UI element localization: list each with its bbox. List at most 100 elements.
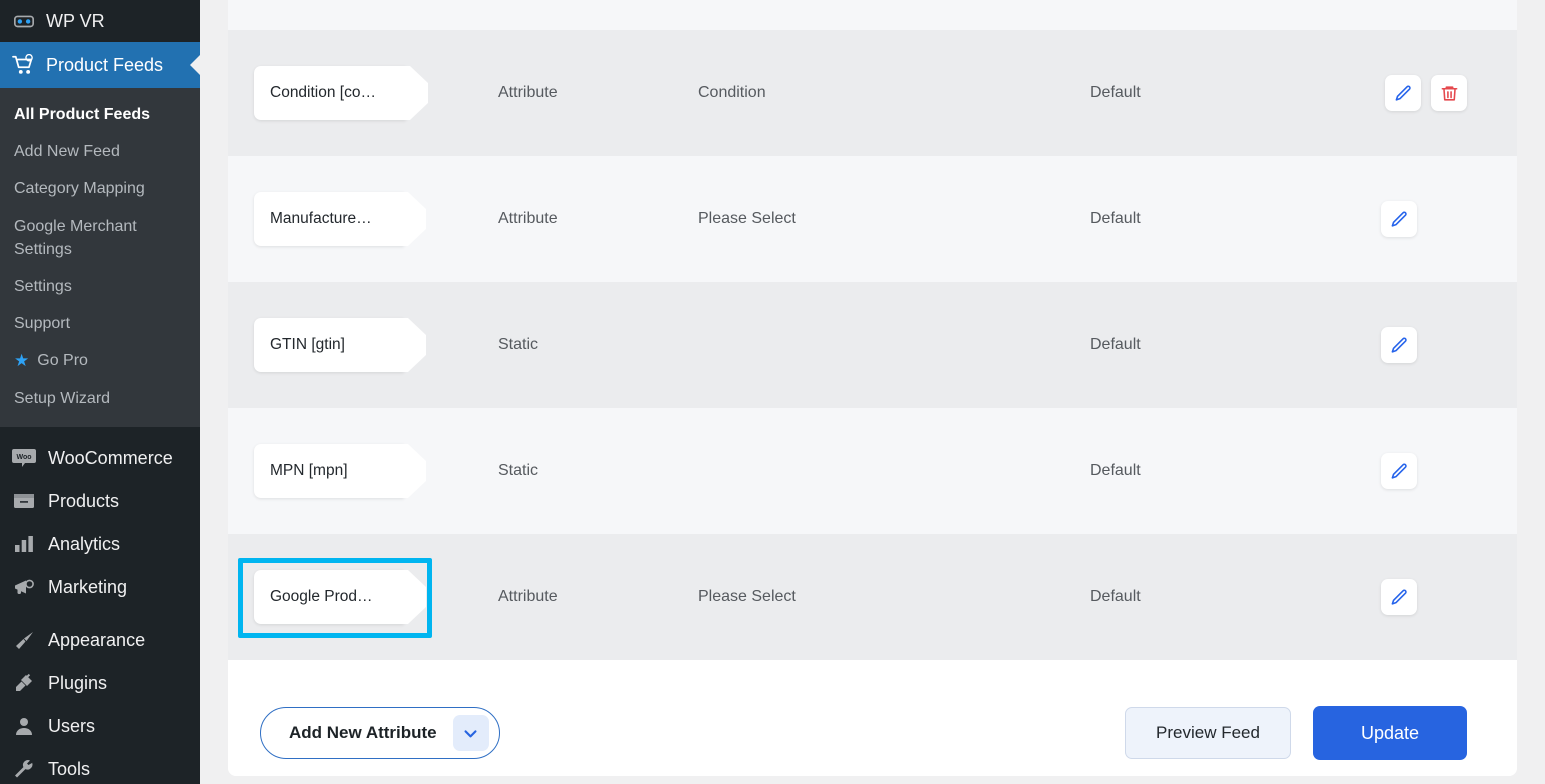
row-actions bbox=[1380, 75, 1517, 111]
sidebar-item-appearance[interactable]: Appearance bbox=[0, 619, 200, 662]
tag-arrow-icon bbox=[404, 570, 426, 624]
sidebar-item-label: WooCommerce bbox=[48, 448, 173, 469]
attribute-name-cell: Google Prod… bbox=[228, 570, 498, 624]
attribute-name-tag[interactable]: Google Prod… bbox=[254, 570, 404, 624]
sidebar-subitem-category-mapping[interactable]: Category Mapping bbox=[0, 170, 200, 207]
tag-arrow-icon bbox=[404, 192, 426, 246]
star-icon: ★ bbox=[14, 352, 29, 369]
attribute-name-tag[interactable]: Manufacture… bbox=[254, 192, 404, 246]
update-button[interactable]: Update bbox=[1313, 706, 1467, 760]
attribute-value: Condition bbox=[698, 84, 1090, 102]
edit-button[interactable] bbox=[1381, 579, 1417, 615]
attribute-value: Please Select bbox=[698, 210, 1090, 228]
sidebar-submenu: All Product Feeds Add New Feed Category … bbox=[0, 88, 200, 427]
edit-button[interactable] bbox=[1381, 327, 1417, 363]
sidebar-subitem-add-new-feed[interactable]: Add New Feed bbox=[0, 133, 200, 170]
products-box-icon bbox=[12, 489, 36, 513]
attribute-default: Default bbox=[1090, 462, 1380, 480]
row-actions bbox=[1380, 201, 1517, 237]
sidebar-item-label: Plugins bbox=[48, 673, 107, 694]
attribute-type: Attribute bbox=[498, 588, 698, 606]
sidebar-item-marketing[interactable]: Marketing bbox=[0, 566, 200, 609]
sidebar-item-label: Appearance bbox=[48, 630, 145, 651]
attribute-name-label: GTIN [gtin] bbox=[270, 336, 345, 354]
attribute-default: Default bbox=[1090, 588, 1380, 606]
delete-button[interactable] bbox=[1431, 75, 1467, 111]
sidebar-item-label: Marketing bbox=[48, 577, 127, 598]
sidebar-item-product-feeds[interactable]: Product Feeds bbox=[0, 42, 200, 88]
attributes-table: Condition [co… Attribute Condition Defau… bbox=[228, 30, 1517, 660]
sidebar-item-wp-vr[interactable]: WP VR bbox=[0, 0, 200, 42]
chevron-down-icon[interactable] bbox=[453, 715, 489, 751]
sidebar-subitem-support[interactable]: Support bbox=[0, 305, 200, 342]
sidebar-subitem-setup-wizard[interactable]: Setup Wizard bbox=[0, 380, 200, 417]
sidebar-subitem-all-product-feeds[interactable]: All Product Feeds bbox=[0, 96, 200, 133]
tag-arrow-icon bbox=[406, 66, 428, 120]
attribute-type: Static bbox=[498, 336, 698, 354]
row-actions bbox=[1380, 453, 1517, 489]
attribute-type: Attribute bbox=[498, 84, 698, 102]
attribute-name-label: Manufacture… bbox=[270, 210, 372, 228]
attribute-name-tag[interactable]: GTIN [gtin] bbox=[254, 318, 404, 372]
megaphone-icon bbox=[12, 575, 36, 599]
table-row-partial bbox=[228, 0, 1517, 30]
attribute-name-cell: MPN [mpn] bbox=[228, 444, 498, 498]
paintbrush-icon bbox=[12, 628, 36, 652]
sidebar-subitem-go-pro[interactable]: ★ Go Pro bbox=[0, 342, 200, 379]
admin-sidebar: WP VR Product Feeds All Product Feeds Ad… bbox=[0, 0, 200, 784]
analytics-bars-icon bbox=[12, 532, 36, 556]
row-actions bbox=[1380, 327, 1517, 363]
attribute-default: Default bbox=[1090, 210, 1380, 228]
sidebar-item-plugins[interactable]: Plugins bbox=[0, 662, 200, 705]
woo-icon: Woo bbox=[12, 446, 36, 470]
attribute-type: Attribute bbox=[498, 210, 698, 228]
attribute-type: Static bbox=[498, 462, 698, 480]
table-row[interactable]: GTIN [gtin] Static Default bbox=[228, 282, 1517, 408]
sidebar-subitem-google-merchant-settings[interactable]: Google Merchant Settings bbox=[0, 208, 150, 268]
svg-text:Woo: Woo bbox=[16, 454, 31, 461]
vr-goggles-icon bbox=[12, 9, 36, 33]
attribute-name-tag[interactable]: Condition [co… bbox=[254, 66, 406, 120]
sidebar-item-users[interactable]: Users bbox=[0, 705, 200, 748]
sidebar-item-tools[interactable]: Tools bbox=[0, 748, 200, 784]
attribute-default: Default bbox=[1090, 336, 1380, 354]
attribute-name-label: Google Prod… bbox=[270, 588, 373, 606]
sidebar-item-label: Users bbox=[48, 716, 95, 737]
attribute-name-label: MPN [mpn] bbox=[270, 462, 348, 480]
cart-icon bbox=[12, 53, 36, 77]
sidebar-item-label: Tools bbox=[48, 759, 90, 780]
sidebar-item-label: WP VR bbox=[46, 11, 105, 32]
edit-button[interactable] bbox=[1385, 75, 1421, 111]
card-footer: Add New Attribute Preview Feed Update bbox=[228, 660, 1517, 776]
footer-actions: Preview Feed Update bbox=[1125, 706, 1467, 760]
wrench-icon bbox=[12, 757, 36, 781]
sidebar-item-products[interactable]: Products bbox=[0, 480, 200, 523]
attribute-name-label: Condition [co… bbox=[270, 84, 376, 102]
sidebar-divider-2 bbox=[0, 609, 200, 619]
sidebar-item-woocommerce[interactable]: Woo WooCommerce bbox=[0, 437, 200, 480]
row-actions bbox=[1380, 579, 1517, 615]
attribute-name-tag[interactable]: MPN [mpn] bbox=[254, 444, 404, 498]
table-row-highlighted[interactable]: Google Prod… Attribute Please Select Def… bbox=[228, 534, 1517, 660]
sidebar-item-label: Analytics bbox=[48, 534, 120, 555]
sidebar-subitem-label: Go Pro bbox=[37, 349, 88, 372]
table-row[interactable]: MPN [mpn] Static Default bbox=[228, 408, 1517, 534]
attribute-default: Default bbox=[1090, 84, 1380, 102]
attribute-name-cell: GTIN [gtin] bbox=[228, 318, 498, 372]
edit-button[interactable] bbox=[1381, 201, 1417, 237]
table-row[interactable]: Condition [co… Attribute Condition Defau… bbox=[228, 30, 1517, 156]
add-new-attribute-button[interactable]: Add New Attribute bbox=[260, 707, 500, 759]
sidebar-item-label: Products bbox=[48, 491, 119, 512]
sidebar-item-label: Product Feeds bbox=[46, 55, 163, 76]
attribute-value: Please Select bbox=[698, 588, 1090, 606]
table-row[interactable]: Manufacture… Attribute Please Select Def… bbox=[228, 156, 1517, 282]
sidebar-item-analytics[interactable]: Analytics bbox=[0, 523, 200, 566]
add-new-attribute-label: Add New Attribute bbox=[289, 723, 437, 743]
sidebar-subitem-settings[interactable]: Settings bbox=[0, 268, 200, 305]
tag-arrow-icon bbox=[404, 318, 426, 372]
tag-arrow-icon bbox=[404, 444, 426, 498]
edit-button[interactable] bbox=[1381, 453, 1417, 489]
plug-icon bbox=[12, 671, 36, 695]
attribute-name-cell: Condition [co… bbox=[228, 66, 498, 120]
preview-feed-button[interactable]: Preview Feed bbox=[1125, 707, 1291, 759]
